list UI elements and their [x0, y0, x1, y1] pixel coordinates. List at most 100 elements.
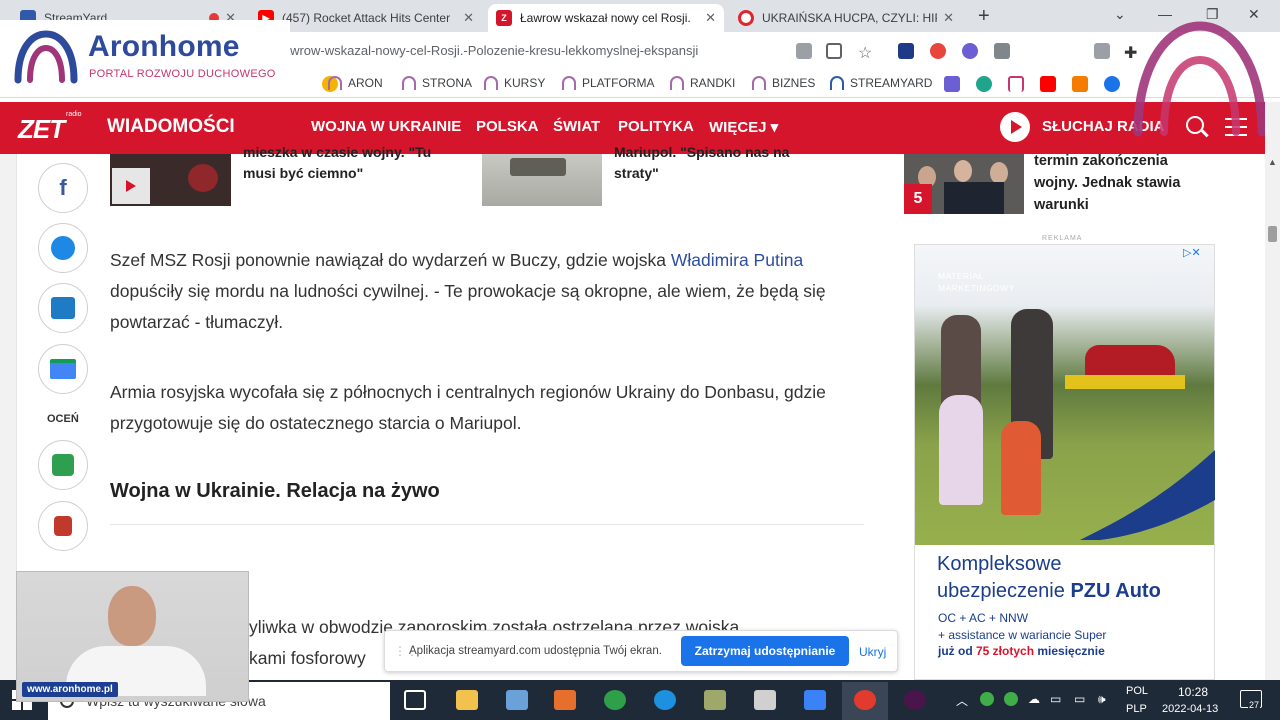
task-view-icon[interactable] — [404, 690, 426, 710]
zet-icon: Z — [496, 10, 512, 26]
related-title-left[interactable]: mieszka w czasie wojny. "Tu musi być cie… — [243, 142, 431, 184]
related-title-right[interactable]: Mariupol. "Spisano nas na straty" — [614, 142, 789, 184]
bookmark-kursy[interactable]: KURSY — [484, 76, 545, 90]
related-thumbnail[interactable] — [482, 154, 602, 206]
bookmark-icon[interactable] — [1008, 76, 1024, 92]
facebook-icon: f — [59, 175, 67, 200]
tray-app-icon[interactable] — [1004, 692, 1018, 706]
nav-polska[interactable]: POLSKA — [476, 118, 539, 135]
chrome-icon[interactable] — [854, 690, 876, 710]
video-badge — [112, 168, 150, 204]
related-thumbnail[interactable] — [110, 154, 231, 206]
slack-icon[interactable] — [904, 690, 926, 710]
extension-icon[interactable] — [1094, 43, 1110, 59]
sidebar-article-title[interactable]: termin zakończenia wojny. Jednak stawia … — [1034, 150, 1180, 216]
dislike-button[interactable] — [38, 501, 88, 551]
bookmark-aron[interactable]: ARON — [328, 76, 383, 90]
nav-polityka[interactable]: POLITYKA — [618, 118, 694, 135]
clock-time[interactable]: 10:28 — [1178, 685, 1208, 699]
tab-zet-article[interactable]: Z Ławrow wskazał nowy cel Rosji. ✕ — [488, 4, 724, 32]
tray-app-icon[interactable]: ▭ — [1050, 692, 1061, 706]
app-icon[interactable] — [754, 690, 776, 710]
bookmark-strona[interactable]: STRONA — [402, 76, 472, 90]
tab-ukrainska[interactable]: UKRAIŃSKA HUCPA, CZYLI: HIPO ✕ — [730, 4, 962, 32]
chrome-icon[interactable] — [604, 690, 626, 710]
ad-label: REKLAMA — [1042, 235, 1083, 242]
suit-shape — [944, 182, 1004, 214]
ad-price-line: już od 75 złotych miesięcznie — [938, 644, 1105, 658]
wykop-share-button[interactable] — [38, 283, 88, 333]
share-icon[interactable] — [826, 43, 842, 59]
cloud-icon[interactable]: ☁ — [1028, 692, 1040, 706]
clock-date[interactable]: 2022-04-13 — [1162, 703, 1218, 715]
close-icon[interactable]: ✕ — [463, 10, 474, 26]
putin-link[interactable]: Władimira Putina — [671, 250, 803, 270]
app-icon[interactable] — [506, 690, 528, 710]
star-icon[interactable]: ☆ — [858, 43, 874, 62]
bookmark-biznes[interactable]: BIZNES — [752, 76, 815, 90]
bookmark-icon[interactable] — [944, 76, 960, 92]
play-icon[interactable] — [1000, 112, 1030, 142]
scrollbar-thumb[interactable] — [1268, 226, 1277, 242]
messenger-share-button[interactable] — [38, 223, 88, 273]
skype-icon[interactable] — [654, 690, 676, 710]
tray-chevron-icon[interactable]: ︿ — [956, 692, 968, 709]
facebook-share-button[interactable]: f — [38, 163, 88, 213]
article-paragraph-3-line2: kami fosforowy — [249, 648, 366, 668]
photo-highlight — [188, 164, 218, 192]
bookmark-icon[interactable] — [976, 76, 992, 92]
section-title[interactable]: WIADOMOŚCI — [107, 116, 235, 138]
close-icon[interactable]: ✕ — [943, 10, 954, 26]
tray-app-icon[interactable] — [980, 692, 994, 706]
section-heading: Wojna w Ukrainie. Relacja na żywo — [110, 480, 440, 502]
extension-icon[interactable] — [962, 43, 978, 59]
zet-logo-radio: radio — [66, 111, 82, 118]
article-paragraph-1: Szef MSZ Rosji ponownie nawiązał do wyda… — [110, 250, 826, 332]
divider — [110, 524, 864, 525]
hide-button[interactable]: Ukryj — [859, 645, 886, 659]
language-indicator[interactable]: POL — [1126, 685, 1148, 697]
aron-icon — [484, 76, 498, 90]
app-icon[interactable] — [554, 690, 576, 710]
youtube-icon[interactable] — [1040, 76, 1056, 92]
bookmark-streamyard[interactable]: STREAMYARD — [830, 76, 932, 90]
brand-tagline: PORTAL ROZWOJU DUCHOWEGO — [89, 68, 276, 80]
face-shape — [954, 160, 972, 182]
volume-icon[interactable]: 🕪 — [1098, 692, 1106, 707]
keyboard-layout[interactable]: PLP — [1126, 703, 1147, 715]
close-icon[interactable]: ✕ — [705, 10, 716, 26]
nav-wojna-w-ukrainie[interactable]: WOJNA W UKRAINIE — [311, 118, 461, 135]
nav-wiecej[interactable]: WIĘCEJ ▾ — [709, 118, 778, 136]
site-permissions-icon[interactable] — [796, 43, 812, 59]
bookmark-icon[interactable] — [1104, 76, 1120, 92]
nav-swiat[interactable]: ŚWIAT — [553, 118, 600, 135]
person-shape — [1001, 421, 1041, 515]
thumbs-up-icon — [52, 454, 74, 476]
calendar-icon[interactable] — [804, 690, 826, 710]
stop-sharing-button[interactable]: Zatrzymaj udostępnianie — [681, 636, 849, 666]
like-button[interactable] — [38, 440, 88, 490]
extension-icon[interactable] — [930, 43, 946, 59]
zet-logo[interactable]: ZET — [18, 114, 65, 145]
bookmark-icon[interactable] — [1072, 76, 1088, 92]
app-icon[interactable] — [704, 690, 726, 710]
scroll-up-icon[interactable]: ▲ — [1268, 157, 1277, 167]
address-bar[interactable]: /Lawrow-wskazal-nowy-cel-Rosji.-Polozeni… — [272, 43, 698, 58]
bookmark-randki[interactable]: RANDKI — [670, 76, 735, 90]
webcam-watermark: www.aronhome.pl — [22, 682, 118, 697]
extension-icon[interactable] — [994, 43, 1010, 59]
google-news-button[interactable] — [38, 344, 88, 394]
new-tab-button[interactable]: + — [978, 5, 990, 28]
play-icon — [126, 180, 136, 192]
extension-icon[interactable] — [898, 43, 914, 59]
tab-title: Ławrow wskazał nowy cel Rosji. — [520, 11, 691, 25]
ad-close-icon[interactable]: ▷✕ — [1183, 246, 1201, 259]
aronhome-logo-icon — [14, 30, 78, 84]
bookmark-platforma[interactable]: PLATFORMA — [562, 76, 654, 90]
scrollbar[interactable] — [1265, 102, 1280, 680]
rate-label: OCEŃ — [47, 413, 79, 425]
tab-search-icon[interactable]: ⌄ — [1114, 6, 1126, 23]
network-icon[interactable]: ▭ — [1074, 692, 1085, 706]
aron-icon — [670, 76, 684, 90]
file-explorer-icon[interactable] — [456, 690, 478, 710]
